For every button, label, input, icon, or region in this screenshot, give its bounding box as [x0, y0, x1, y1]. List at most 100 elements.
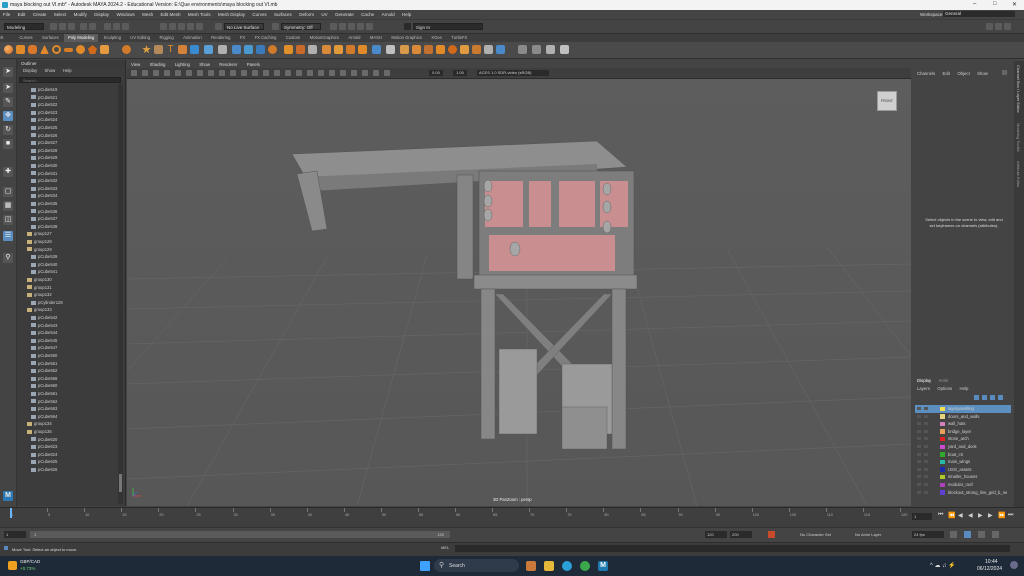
snap-curve-icon[interactable] [169, 23, 176, 30]
toggle-attribute-editor-icon[interactable] [995, 23, 1002, 30]
outliner-mesh-row[interactable]: pCube552 [31, 367, 57, 375]
layer-playback-toggle[interactable] [924, 460, 928, 464]
start-time-field[interactable]: 1 [4, 531, 26, 538]
outliner-mesh-row[interactable]: pCube529 [31, 154, 57, 162]
outliner-mesh-row[interactable]: pCube550 [31, 352, 57, 360]
layer-visibility-toggle[interactable] [917, 452, 921, 456]
layer-visibility-toggle[interactable] [917, 407, 921, 410]
view-cube[interactable]: FRONT [877, 91, 897, 111]
maya-taskbar-icon[interactable]: M [598, 561, 608, 571]
outliner-mesh-row[interactable]: pCube539 [31, 253, 57, 261]
layer-visibility-toggle[interactable] [917, 429, 921, 433]
layer-tab-anim[interactable]: Anim [938, 378, 948, 383]
camera-attributes-icon[interactable] [142, 70, 148, 76]
scale-tool-icon[interactable]: ■ [3, 139, 13, 149]
insert-edge-loop-icon[interactable] [308, 45, 317, 54]
mode-dropdown[interactable]: Modeling [4, 23, 44, 30]
taskbar-search[interactable]: ⚲ Search [434, 559, 519, 572]
anim-layer-dropdown[interactable]: No Anim Layer [855, 531, 903, 538]
shelf-tab-mash[interactable]: MASH [366, 34, 386, 42]
snap-surface-icon[interactable] [196, 23, 203, 30]
system-tray-icons[interactable]: ^ ☁ ♫ ⚡ [930, 562, 970, 570]
outliner-scrollbar[interactable] [118, 84, 123, 504]
soft-select-icon[interactable] [386, 45, 395, 54]
render-settings-icon[interactable] [348, 23, 355, 30]
lasso-tool-icon[interactable]: ➤ [3, 83, 13, 93]
shadows-icon[interactable] [307, 70, 313, 76]
grid-icon[interactable] [175, 70, 181, 76]
layer-color-swatch[interactable] [940, 490, 945, 495]
outliner-group-row[interactable]: group130 [27, 276, 52, 284]
menu-edit[interactable]: Edit [18, 12, 26, 17]
ipr-render-icon[interactable] [339, 23, 346, 30]
isolate-select-icon[interactable] [351, 70, 357, 76]
layer-visibility-toggle[interactable] [917, 414, 921, 418]
maximize-icon[interactable]: □ [993, 1, 997, 7]
shelf-tab-surfaces[interactable]: Surfaces [38, 34, 63, 42]
shelf-tab-rigging[interactable]: Rigging [155, 34, 177, 42]
auto-key-icon[interactable] [768, 531, 775, 538]
layer-visibility-toggle[interactable] [917, 422, 921, 426]
user-icon[interactable] [404, 23, 411, 30]
layer-playback-toggle[interactable] [924, 467, 928, 471]
outliner-mesh-row[interactable]: pCube564 [31, 413, 57, 421]
watchtower-model[interactable] [291, 140, 638, 450]
redo-icon[interactable] [89, 23, 96, 30]
channel-box-options-icon[interactable] [1002, 70, 1007, 75]
move-layer-up-icon[interactable] [974, 395, 979, 400]
quad-draw-icon[interactable] [372, 45, 381, 54]
poly-sphere-icon[interactable] [4, 45, 13, 54]
viewport-menu-view[interactable]: View [131, 61, 140, 68]
hypershade-icon[interactable] [357, 23, 364, 30]
step-back-frame-icon[interactable]: ◀ [958, 512, 963, 519]
layer-menu-options[interactable]: Options [937, 386, 952, 391]
sculpt-tool-icon[interactable] [532, 45, 541, 54]
two-view-layout-icon[interactable]: ◫ [3, 215, 13, 225]
booleans-icon[interactable] [204, 45, 213, 54]
outliner-group-row[interactable]: group129 [27, 246, 52, 254]
automatic-uv-icon[interactable] [448, 45, 457, 54]
grab-tool-icon[interactable] [546, 45, 555, 54]
select-component-icon[interactable] [122, 23, 129, 30]
symmetry-dropdown[interactable]: Symmetry: Off [281, 23, 321, 30]
layer-row[interactable]: doors_and_walls [915, 413, 1011, 421]
outliner-mesh-row[interactable]: pCube543 [31, 322, 57, 330]
layer-color-swatch[interactable] [940, 444, 945, 449]
outliner-mesh-row[interactable]: pCube547 [31, 344, 57, 352]
start-button[interactable] [420, 561, 430, 571]
outliner-mesh-row[interactable]: pCube534 [31, 192, 57, 200]
backface-culling-icon[interactable] [384, 70, 390, 76]
menu-file[interactable]: File [3, 12, 10, 17]
color-space-dropdown[interactable]: ACES 1.0 SDR-video (sRGB) [477, 70, 549, 76]
outliner-group-row[interactable]: group131 [27, 284, 52, 292]
shelf-tab-animation[interactable]: Animation [179, 34, 206, 42]
script-lang-label[interactable]: MEL [441, 545, 449, 550]
channel-menu-object[interactable]: Object [957, 71, 969, 76]
outliner-mesh-row[interactable]: pCube542 [31, 314, 57, 322]
outliner-mesh-row[interactable]: pCube519 [31, 86, 57, 94]
bridge-icon[interactable] [256, 45, 265, 54]
shelf-tab-sculpting[interactable]: Sculpting [100, 34, 125, 42]
mirror-icon[interactable] [218, 45, 227, 54]
combine-icon[interactable] [142, 45, 151, 54]
outliner-mesh-row[interactable]: pCube556 [31, 375, 57, 383]
stock-widget-icon[interactable] [8, 561, 17, 570]
shelf-tab-rendering[interactable]: Rendering [207, 34, 234, 42]
outliner-mesh-row[interactable]: pCube545 [31, 337, 57, 345]
current-frame-field[interactable]: 1 [912, 513, 932, 520]
menu-edit-mesh[interactable]: Edit Mesh [161, 12, 181, 17]
outliner-mesh-row[interactable]: pCube528 [31, 147, 57, 155]
menu-uv[interactable]: UV [321, 12, 327, 17]
channel-menu-show[interactable]: Show [977, 71, 988, 76]
layer-playback-toggle[interactable] [924, 452, 928, 456]
outliner-mesh-row[interactable]: pCube522 [31, 101, 57, 109]
outliner-mesh-row[interactable]: pCube538 [31, 223, 57, 231]
motion-blur-icon[interactable] [329, 70, 335, 76]
move-layer-down-icon[interactable] [982, 395, 987, 400]
field-chart-icon[interactable] [219, 70, 225, 76]
layer-playback-toggle[interactable] [924, 445, 928, 448]
outliner-scroll-thumb[interactable] [119, 474, 122, 492]
layer-row[interactable]: smaller_houses [915, 473, 1011, 481]
move-tool-icon[interactable]: ✥ [3, 111, 13, 121]
xray-icon[interactable] [362, 70, 368, 76]
